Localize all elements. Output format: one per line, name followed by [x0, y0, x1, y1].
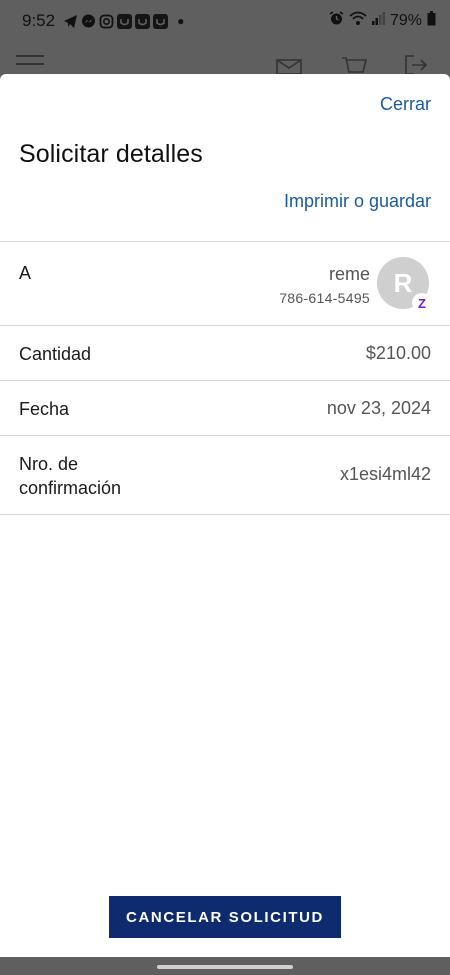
system-icons: 79%: [329, 11, 436, 31]
date-label: Fecha: [19, 399, 70, 419]
home-indicator[interactable]: [157, 965, 293, 969]
recipient-name: reme: [328, 264, 370, 284]
amount-value: $210.00: [365, 343, 431, 363]
app-icon: [117, 13, 133, 29]
details-list: A reme 786-614-5495 R Z Cantidad $210.00…: [0, 241, 450, 515]
date-value: nov 23, 2024: [326, 398, 431, 418]
app-icon: [153, 13, 169, 29]
messenger-icon: [81, 14, 96, 29]
confirmation-value: x1esi4ml42: [339, 464, 431, 484]
status-time: 9:52: [22, 11, 56, 30]
zelle-badge-icon: Z: [412, 293, 432, 313]
recipient-phone: 786-614-5495: [279, 290, 370, 306]
amount-row: Cantidad $210.00: [0, 326, 450, 381]
wifi-icon: [349, 11, 367, 31]
recipient-label: A: [19, 263, 32, 283]
alarm-icon: [329, 11, 344, 31]
close-link[interactable]: Cerrar: [380, 94, 431, 115]
request-details-sheet: Cerrar Solicitar detalles Imprimir o gua…: [0, 74, 450, 957]
more-notifications-dot: ●: [177, 14, 185, 28]
cancel-request-button[interactable]: CANCELAR SOLICITUD: [109, 896, 341, 938]
system-nav-bar: [0, 957, 450, 975]
instagram-icon: [99, 14, 114, 29]
battery-icon: [427, 11, 436, 31]
print-or-save-link[interactable]: Imprimir o guardar: [284, 191, 431, 212]
page-title: Solicitar detalles: [19, 140, 203, 168]
app-header: [0, 42, 450, 75]
app-icon: [135, 13, 151, 29]
battery-percent: 79%: [389, 12, 422, 29]
recipient-row: A reme 786-614-5495 R Z: [0, 242, 450, 326]
confirmation-row: Nro. de confirmación x1esi4ml42: [0, 436, 450, 515]
telegram-icon: [63, 14, 78, 29]
date-row: Fecha nov 23, 2024: [0, 381, 450, 436]
confirmation-label: Nro. de confirmación: [19, 454, 122, 498]
status-bar: 9:52 ● 79%: [0, 0, 450, 42]
amount-label: Cantidad: [19, 344, 92, 364]
notification-icons: ●: [63, 13, 185, 29]
signal-icon: [371, 11, 385, 31]
